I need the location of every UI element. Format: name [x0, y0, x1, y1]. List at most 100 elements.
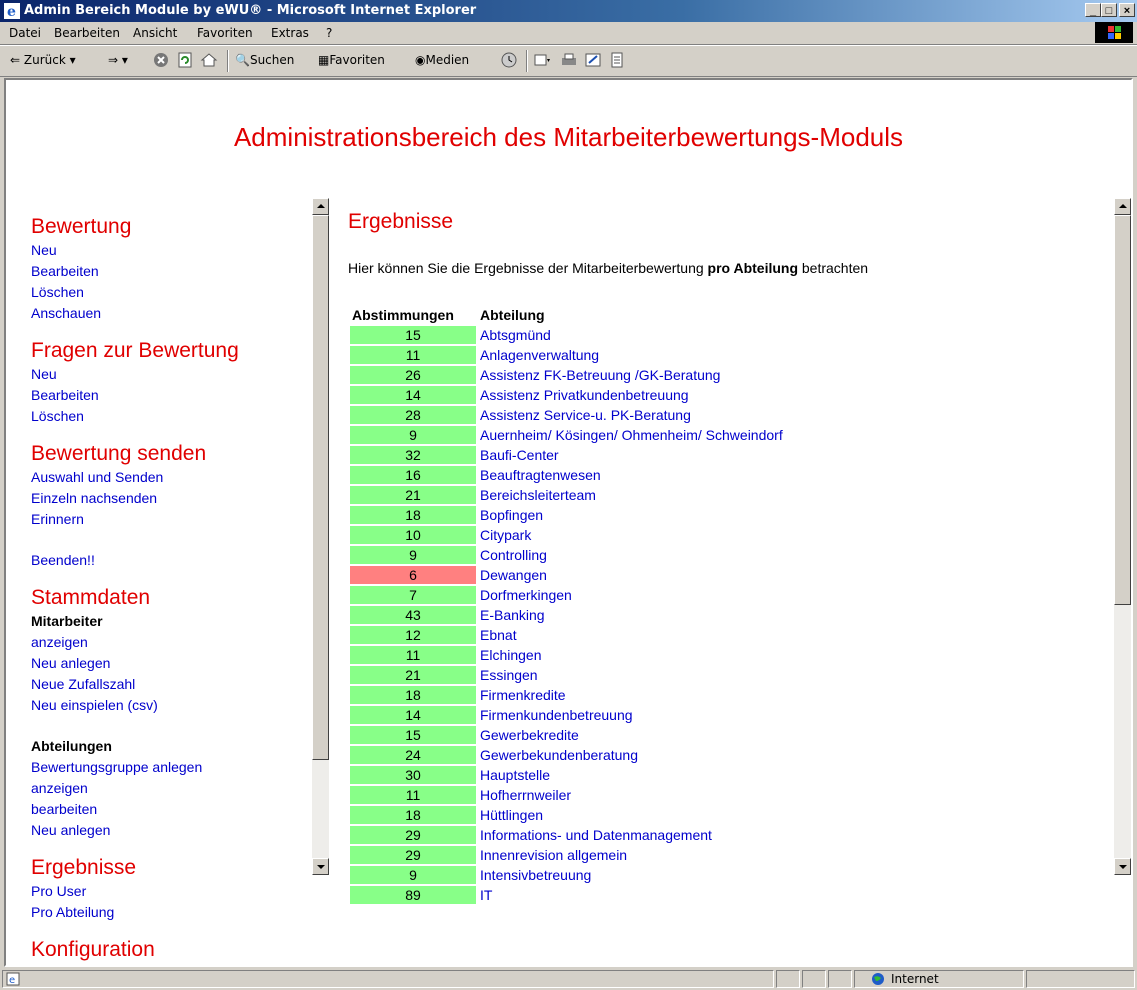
nav-abteilungen-neu[interactable]: Neu anlegen [31, 820, 311, 841]
dept-link[interactable]: Assistenz FK-Betreuung /GK-Beratung [480, 367, 720, 383]
votes-cell: 18 [350, 686, 476, 704]
browser-window: e Admin Bereich Module by eWU® - Microso… [0, 0, 1137, 990]
favorites-button[interactable]: ▦Favoriten [318, 53, 385, 67]
votes-cell: 30 [350, 766, 476, 784]
table-row: 15 Gewerbekredite [350, 726, 785, 744]
nav-senden-auswahl[interactable]: Auswahl und Senden [31, 467, 311, 488]
nav-fragen-bearbeiten[interactable]: Bearbeiten [31, 385, 311, 406]
left-nav-frame: Bewertung Neu Bearbeiten Löschen Anschau… [6, 198, 334, 965]
history-icon[interactable] [500, 51, 518, 69]
dept-link[interactable]: Hofherrnweiler [480, 787, 571, 803]
dept-cell: Essingen [478, 666, 785, 684]
close-button[interactable]: × [1119, 3, 1135, 17]
nav-senden-erinnern[interactable]: Erinnern [31, 509, 311, 530]
nav-beenden[interactable]: Beenden!! [31, 550, 311, 571]
left-scrollbar[interactable] [312, 198, 329, 875]
nav-ergebnisse-abteilung[interactable]: Pro Abteilung [31, 902, 311, 923]
maximize-button[interactable]: □ [1101, 3, 1117, 17]
menu-bearbeiten[interactable]: Bearbeiten [54, 26, 120, 40]
nav-ergebnisse-user[interactable]: Pro User [31, 881, 311, 902]
dept-link[interactable]: Firmenkredite [480, 687, 566, 703]
left-scroll-up-button[interactable] [312, 198, 329, 215]
dept-link[interactable]: Dewangen [480, 567, 547, 583]
right-scroll-up-button[interactable] [1114, 198, 1131, 215]
menu-ansicht[interactable]: Ansicht [133, 26, 177, 40]
left-scroll-thumb[interactable] [312, 215, 329, 760]
minimize-button[interactable]: _ [1085, 3, 1101, 17]
status-panel-1 [776, 970, 800, 988]
dept-link[interactable]: Innenrevision allgemein [480, 847, 627, 863]
mail-icon[interactable] [533, 51, 551, 69]
dept-cell: Firmenkredite [478, 686, 785, 704]
menu-help[interactable]: ? [326, 26, 332, 40]
dept-link[interactable]: Elchingen [480, 647, 542, 663]
dept-link[interactable]: Hauptstelle [480, 767, 550, 783]
dept-cell: Ebnat [478, 626, 785, 644]
dept-link[interactable]: Gewerbekundenberatung [480, 747, 638, 763]
dept-link[interactable]: Citypark [480, 527, 531, 543]
votes-cell: 89 [350, 886, 476, 904]
right-scroll-down-button[interactable] [1114, 858, 1131, 875]
dept-link[interactable]: Auernheim/ Kösingen/ Ohmenheim/ Schweind… [480, 427, 783, 443]
nav-bewertung-neu[interactable]: Neu [31, 240, 311, 261]
dept-link[interactable]: Abtsgmünd [480, 327, 551, 343]
dept-link[interactable]: Intensivbetreuung [480, 867, 591, 883]
refresh-icon[interactable] [176, 51, 194, 69]
left-scroll-down-button[interactable] [312, 858, 329, 875]
dept-link[interactable]: Gewerbekredite [480, 727, 579, 743]
dept-cell: Dorfmerkingen [478, 586, 785, 604]
nav-bewertung-bearbeiten[interactable]: Bearbeiten [31, 261, 311, 282]
dept-link[interactable]: Informations- und Datenmanagement [480, 827, 712, 843]
dept-link[interactable]: Assistenz Privatkundenbetreuung [480, 387, 689, 403]
home-icon[interactable] [200, 51, 218, 69]
right-scrollbar[interactable] [1114, 198, 1131, 875]
nav-bewertung-loeschen[interactable]: Löschen [31, 282, 311, 303]
nav-abteilungen-gruppe[interactable]: Bewertungsgruppe anlegen [31, 757, 311, 778]
search-button[interactable]: 🔍Suchen [235, 53, 294, 67]
dept-link[interactable]: Essingen [480, 667, 538, 683]
votes-cell: 18 [350, 806, 476, 824]
media-icon: ◉ [415, 53, 426, 67]
dept-link[interactable]: Hüttlingen [480, 807, 543, 823]
nav-abteilungen-anzeigen[interactable]: anzeigen [31, 778, 311, 799]
table-row: 43 E-Banking [350, 606, 785, 624]
back-button[interactable]: ⇐ Zurück ▾ [10, 53, 76, 67]
dept-link[interactable]: Dorfmerkingen [480, 587, 572, 603]
nav-mitarbeiter-csv[interactable]: Neu einspielen (csv) [31, 695, 311, 716]
table-row: 16 Beauftragtenwesen [350, 466, 785, 484]
stop-icon[interactable] [152, 51, 170, 69]
window-title: Admin Bereich Module by eWU® - Microsoft… [24, 3, 477, 18]
menu-datei[interactable]: Datei [9, 26, 41, 40]
print-icon[interactable] [560, 51, 578, 69]
dept-link[interactable]: Bopfingen [480, 507, 543, 523]
nav-fragen-neu[interactable]: Neu [31, 364, 311, 385]
dept-link[interactable]: Assistenz Service-u. PK-Beratung [480, 407, 691, 423]
media-button[interactable]: ◉Medien [415, 53, 469, 67]
nav-mitarbeiter-zufallszahl[interactable]: Neue Zufallszahl [31, 674, 311, 695]
nav-mitarbeiter-neu[interactable]: Neu anlegen [31, 653, 311, 674]
dept-link[interactable]: IT [480, 887, 492, 903]
nav-abteilungen-bearbeiten[interactable]: bearbeiten [31, 799, 311, 820]
edit-icon[interactable] [584, 51, 602, 69]
dept-link[interactable]: Firmenkundenbetreuung [480, 707, 633, 723]
forward-button[interactable]: ⇒ ▾ [108, 53, 128, 67]
dept-link[interactable]: Beauftragtenwesen [480, 467, 601, 483]
dept-link[interactable]: Baufi-Center [480, 447, 559, 463]
dept-link[interactable]: Ebnat [480, 627, 517, 643]
nav-bewertung-anschauen[interactable]: Anschauen [31, 303, 311, 324]
search-icon: 🔍 [235, 53, 250, 67]
dept-link[interactable]: Bereichsleiterteam [480, 487, 596, 503]
nav-fragen-loeschen[interactable]: Löschen [31, 406, 311, 427]
title-bar[interactable]: e Admin Bereich Module by eWU® - Microso… [0, 0, 1137, 22]
menu-favoriten[interactable]: Favoriten [197, 26, 253, 40]
right-scroll-thumb[interactable] [1114, 215, 1131, 605]
nav-mitarbeiter-anzeigen[interactable]: anzeigen [31, 632, 311, 653]
menu-extras[interactable]: Extras [271, 26, 309, 40]
discuss-icon[interactable] [608, 51, 626, 69]
dept-link[interactable]: E-Banking [480, 607, 545, 623]
nav-senden-einzeln[interactable]: Einzeln nachsenden [31, 488, 311, 509]
votes-cell: 18 [350, 506, 476, 524]
votes-cell: 6 [350, 566, 476, 584]
dept-link[interactable]: Controlling [480, 547, 547, 563]
dept-link[interactable]: Anlagenverwaltung [480, 347, 599, 363]
